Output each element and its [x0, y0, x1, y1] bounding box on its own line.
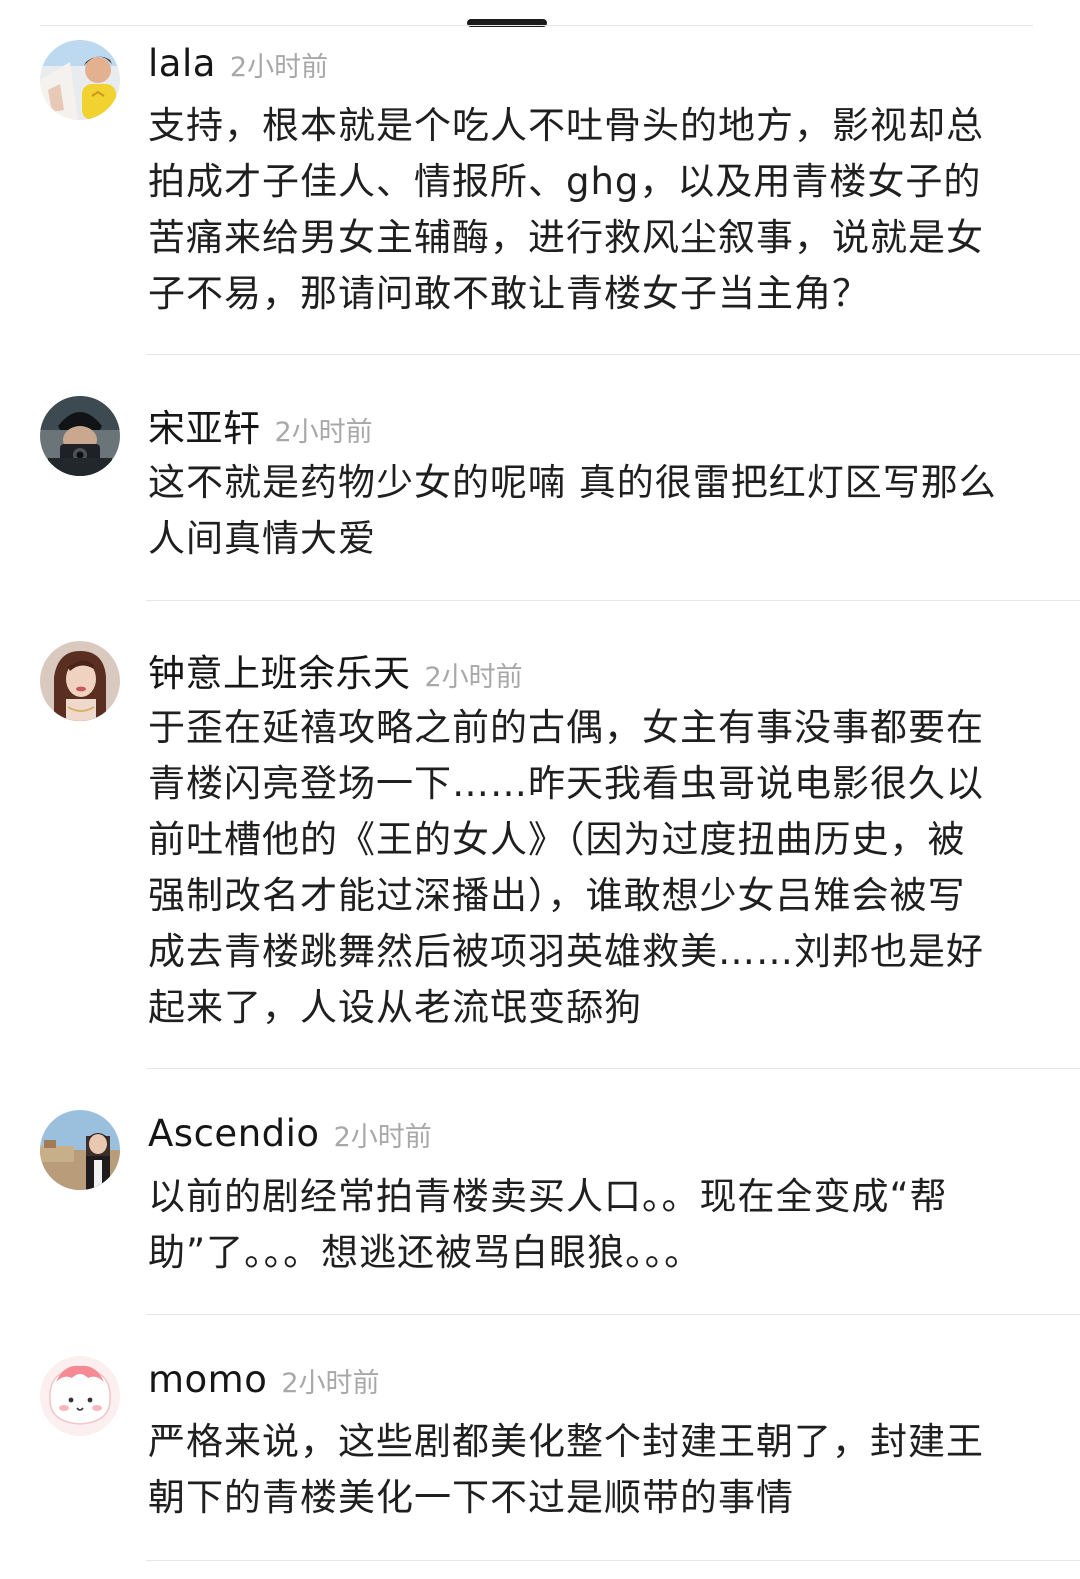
divider: [146, 1560, 1080, 1561]
comment-line: 这不就是药物少女的呢喃 真的很雷把红灯区写那么: [148, 461, 997, 504]
comment-line: 前吐槽他的《王的女人》（因为过度扭曲历史，被: [148, 818, 966, 861]
comment-line: 强制改名才能过深播出），谁敢想少女吕雉会被写: [148, 874, 966, 917]
divider: [146, 1314, 1080, 1315]
avatar[interactable]: [40, 1356, 120, 1436]
avatar[interactable]: [40, 40, 120, 120]
comment-header: momo 2小时前: [148, 1358, 380, 1401]
timestamp: 2小时前: [281, 1368, 380, 1399]
comment-text: 这不就是药物少女的呢喃 真的很雷把红灯区写那么 人间真情大爱: [148, 455, 1038, 567]
comment-line: 青楼闪亮登场一下……昨天我看虫哥说电影很久以: [148, 762, 984, 805]
comment-line: 助”了。。。想逃还被骂白眼狼。。。: [148, 1231, 703, 1274]
timestamp: 2小时前: [274, 417, 373, 448]
divider: [146, 600, 1080, 601]
comment-line: 朝下的青楼美化一下不过是顺带的事情: [148, 1476, 794, 1519]
username[interactable]: 宋亚轩: [148, 398, 261, 452]
comment-line: 于歪在延禧攻略之前的古偶，女主有事没事都要在: [148, 706, 984, 749]
comment-header: lala 2小时前: [148, 42, 328, 85]
divider: [146, 354, 1080, 355]
comment-line: 支持，根本就是个吃人不吐骨头的地方，影视却总: [148, 104, 984, 147]
timestamp: 2小时前: [424, 662, 523, 693]
username[interactable]: 钟意上班余乐天: [148, 643, 411, 697]
comment-text: 支持，根本就是个吃人不吐骨头的地方，影视却总 拍成才子佳人、情报所、ghg，以及…: [148, 98, 1038, 322]
avatar[interactable]: [40, 641, 120, 721]
avatar[interactable]: [40, 1110, 120, 1190]
comment-text: 严格来说，这些剧都美化整个封建王朝了，封建王 朝下的青楼美化一下不过是顺带的事情: [148, 1414, 1038, 1526]
timestamp: 2小时前: [333, 1122, 432, 1153]
username[interactable]: lala: [148, 42, 216, 85]
comment-sheet: lala 2小时前 支持，根本就是个吃人不吐骨头的地方，影视却总 拍成才子佳人、…: [0, 0, 1080, 1579]
comment-text: 于歪在延禧攻略之前的古偶，女主有事没事都要在 青楼闪亮登场一下……昨天我看虫哥说…: [148, 700, 1038, 1036]
username[interactable]: momo: [148, 1358, 267, 1401]
comment-line: 拍成才子佳人、情报所、ghg，以及用青楼女子的: [148, 160, 982, 203]
divider: [146, 1068, 1080, 1069]
divider: [40, 25, 1033, 26]
comment-line: 子不易，那请问敢不敢让青楼女子当主角？: [148, 272, 870, 315]
comment-line: 严格来说，这些剧都美化整个封建王朝了，封建王: [148, 1420, 984, 1463]
comment-line: 人间真情大爱: [148, 517, 376, 560]
comment-line: 成去青楼跳舞然后被项羽英雄救美……刘邦也是好: [148, 930, 984, 973]
username[interactable]: Ascendio: [148, 1112, 320, 1155]
timestamp: 2小时前: [229, 52, 329, 83]
comment-line: 苦痛来给男女主辅酶，进行救风尘叙事，说就是女: [148, 216, 984, 259]
comment-header: Ascendio 2小时前: [148, 1112, 432, 1155]
comment-header: 宋亚轩 2小时前: [148, 398, 373, 452]
comment-text: 以前的剧经常拍青楼卖买人口。。现在全变成“帮 助”了。。。想逃还被骂白眼狼。。。: [148, 1169, 1038, 1281]
comment-header: 钟意上班余乐天 2小时前: [148, 643, 523, 697]
avatar[interactable]: [40, 396, 120, 476]
comment-line: 起来了，人设从老流氓变舔狗: [148, 986, 642, 1029]
comment-line: 以前的剧经常拍青楼卖买人口。。现在全变成“帮: [148, 1175, 948, 1218]
